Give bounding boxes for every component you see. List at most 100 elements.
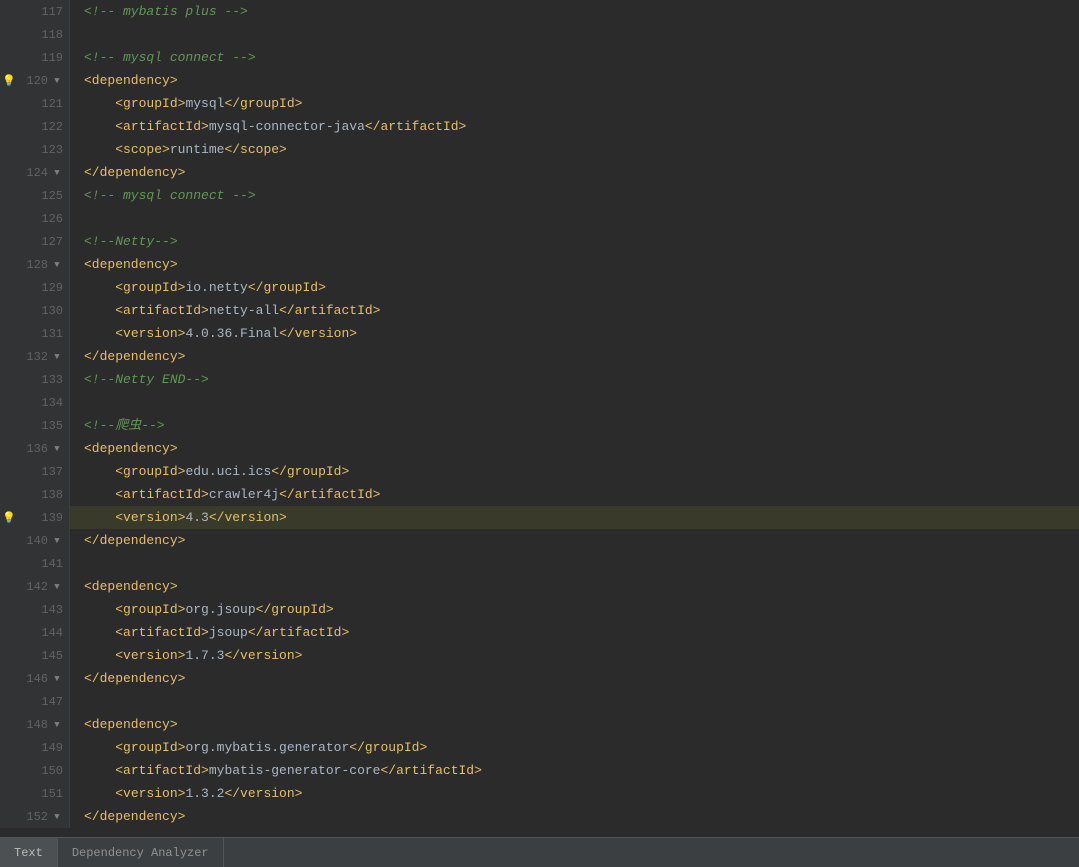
- line-content: <!--爬虫-->: [70, 414, 1069, 437]
- line-content: <groupId>io.netty</groupId>: [70, 276, 1069, 299]
- line-content: <!-- mysql connect -->: [70, 184, 1069, 207]
- line-content: <!--Netty-->: [70, 230, 1069, 253]
- line-gutter: 147: [0, 690, 70, 713]
- fold-icon[interactable]: ▼: [51, 811, 63, 823]
- code-lines[interactable]: 117<!-- mybatis plus -->118 119<!-- mysq…: [0, 0, 1079, 837]
- line-number: 141: [41, 557, 63, 571]
- line-content: <groupId>org.jsoup</groupId>: [70, 598, 1069, 621]
- fold-icon[interactable]: ▼: [51, 443, 63, 455]
- table-row: 134: [0, 391, 1079, 414]
- line-content: <!-- mybatis plus -->: [70, 0, 1069, 23]
- fold-icon[interactable]: ▼: [51, 535, 63, 547]
- line-gutter: 130: [0, 299, 70, 322]
- line-content: <version>4.0.36.Final</version>: [70, 322, 1069, 345]
- line-number: 148: [26, 718, 48, 732]
- line-number: 120: [26, 74, 48, 88]
- line-gutter: 126: [0, 207, 70, 230]
- table-row: 121 <groupId>mysql</groupId>: [0, 92, 1079, 115]
- line-number: 133: [41, 373, 63, 387]
- line-gutter: 131: [0, 322, 70, 345]
- line-content: <groupId>edu.uci.ics</groupId>: [70, 460, 1069, 483]
- line-content: [70, 690, 1069, 713]
- fold-icon[interactable]: ▼: [51, 259, 63, 271]
- line-content: <groupId>org.mybatis.generator</groupId>: [70, 736, 1069, 759]
- fold-icon[interactable]: ▼: [51, 75, 63, 87]
- line-gutter: 152▼: [0, 805, 70, 828]
- line-gutter: 144: [0, 621, 70, 644]
- fold-icon[interactable]: ▼: [51, 351, 63, 363]
- line-content: </dependency>: [70, 529, 1069, 552]
- line-gutter: 150: [0, 759, 70, 782]
- table-row: 118: [0, 23, 1079, 46]
- table-row: 130 <artifactId>netty-all</artifactId>: [0, 299, 1079, 322]
- tab-bar: TextDependency Analyzer: [0, 837, 1079, 867]
- table-row: 152▼</dependency>: [0, 805, 1079, 828]
- line-number: 135: [41, 419, 63, 433]
- line-gutter: 125: [0, 184, 70, 207]
- line-content: </dependency>: [70, 667, 1069, 690]
- line-content: <dependency>: [70, 713, 1069, 736]
- line-content: <!--Netty END-->: [70, 368, 1069, 391]
- line-content: <dependency>: [70, 437, 1069, 460]
- table-row: 127<!--Netty-->: [0, 230, 1079, 253]
- line-content: <artifactId>mysql-connector-java</artifa…: [70, 115, 1069, 138]
- line-number: 140: [26, 534, 48, 548]
- table-row: 140▼</dependency>: [0, 529, 1079, 552]
- line-gutter: 138: [0, 483, 70, 506]
- line-gutter: 123: [0, 138, 70, 161]
- line-number: 143: [41, 603, 63, 617]
- line-content: [70, 207, 1069, 230]
- line-gutter: 151: [0, 782, 70, 805]
- line-gutter: 💡 120▼: [0, 69, 70, 92]
- line-number: 132: [26, 350, 48, 364]
- line-gutter: 135: [0, 414, 70, 437]
- tab-text[interactable]: Text: [0, 838, 58, 867]
- line-content: <scope>runtime</scope>: [70, 138, 1069, 161]
- editor-area: 117<!-- mybatis plus -->118 119<!-- mysq…: [0, 0, 1079, 837]
- table-row: 126: [0, 207, 1079, 230]
- table-row: 145 <version>1.7.3</version>: [0, 644, 1079, 667]
- line-content: [70, 552, 1069, 575]
- line-content: </dependency>: [70, 161, 1069, 184]
- line-number: 149: [41, 741, 63, 755]
- line-number: 136: [26, 442, 48, 456]
- tab-dependency-analyzer[interactable]: Dependency Analyzer: [58, 838, 224, 867]
- line-number: 144: [41, 626, 63, 640]
- line-number: 142: [26, 580, 48, 594]
- table-row: 146▼</dependency>: [0, 667, 1079, 690]
- line-gutter: 119: [0, 46, 70, 69]
- line-gutter: 122: [0, 115, 70, 138]
- table-row: 149 <groupId>org.mybatis.generator</grou…: [0, 736, 1079, 759]
- table-row: 117<!-- mybatis plus -->: [0, 0, 1079, 23]
- bulb-icon[interactable]: 💡: [2, 74, 16, 88]
- line-content: <version>4.3</version>: [70, 506, 1069, 529]
- line-content: <version>1.3.2</version>: [70, 782, 1069, 805]
- line-number: 150: [41, 764, 63, 778]
- fold-icon[interactable]: ▼: [51, 581, 63, 593]
- table-row: 122 <artifactId>mysql-connector-java</ar…: [0, 115, 1079, 138]
- line-number: 130: [41, 304, 63, 318]
- fold-icon[interactable]: ▼: [51, 673, 63, 685]
- table-row: 141: [0, 552, 1079, 575]
- line-gutter: 148▼: [0, 713, 70, 736]
- line-number: 128: [26, 258, 48, 272]
- line-content: <dependency>: [70, 575, 1069, 598]
- line-gutter: 💡139: [0, 506, 70, 529]
- line-gutter: 134: [0, 391, 70, 414]
- line-gutter: 137: [0, 460, 70, 483]
- line-gutter: 132▼: [0, 345, 70, 368]
- table-row: 131 <version>4.0.36.Final</version>: [0, 322, 1079, 345]
- line-gutter: 149: [0, 736, 70, 759]
- table-row: 150 <artifactId>mybatis-generator-core</…: [0, 759, 1079, 782]
- bulb-icon[interactable]: 💡: [2, 511, 16, 525]
- line-gutter: 140▼: [0, 529, 70, 552]
- line-number: 122: [41, 120, 63, 134]
- fold-icon[interactable]: ▼: [51, 719, 63, 731]
- table-row: 119<!-- mysql connect -->: [0, 46, 1079, 69]
- line-number: 131: [41, 327, 63, 341]
- fold-icon[interactable]: ▼: [51, 167, 63, 179]
- line-number: 118: [41, 28, 63, 42]
- line-number: 126: [41, 212, 63, 226]
- line-gutter: 129: [0, 276, 70, 299]
- line-gutter: 136▼: [0, 437, 70, 460]
